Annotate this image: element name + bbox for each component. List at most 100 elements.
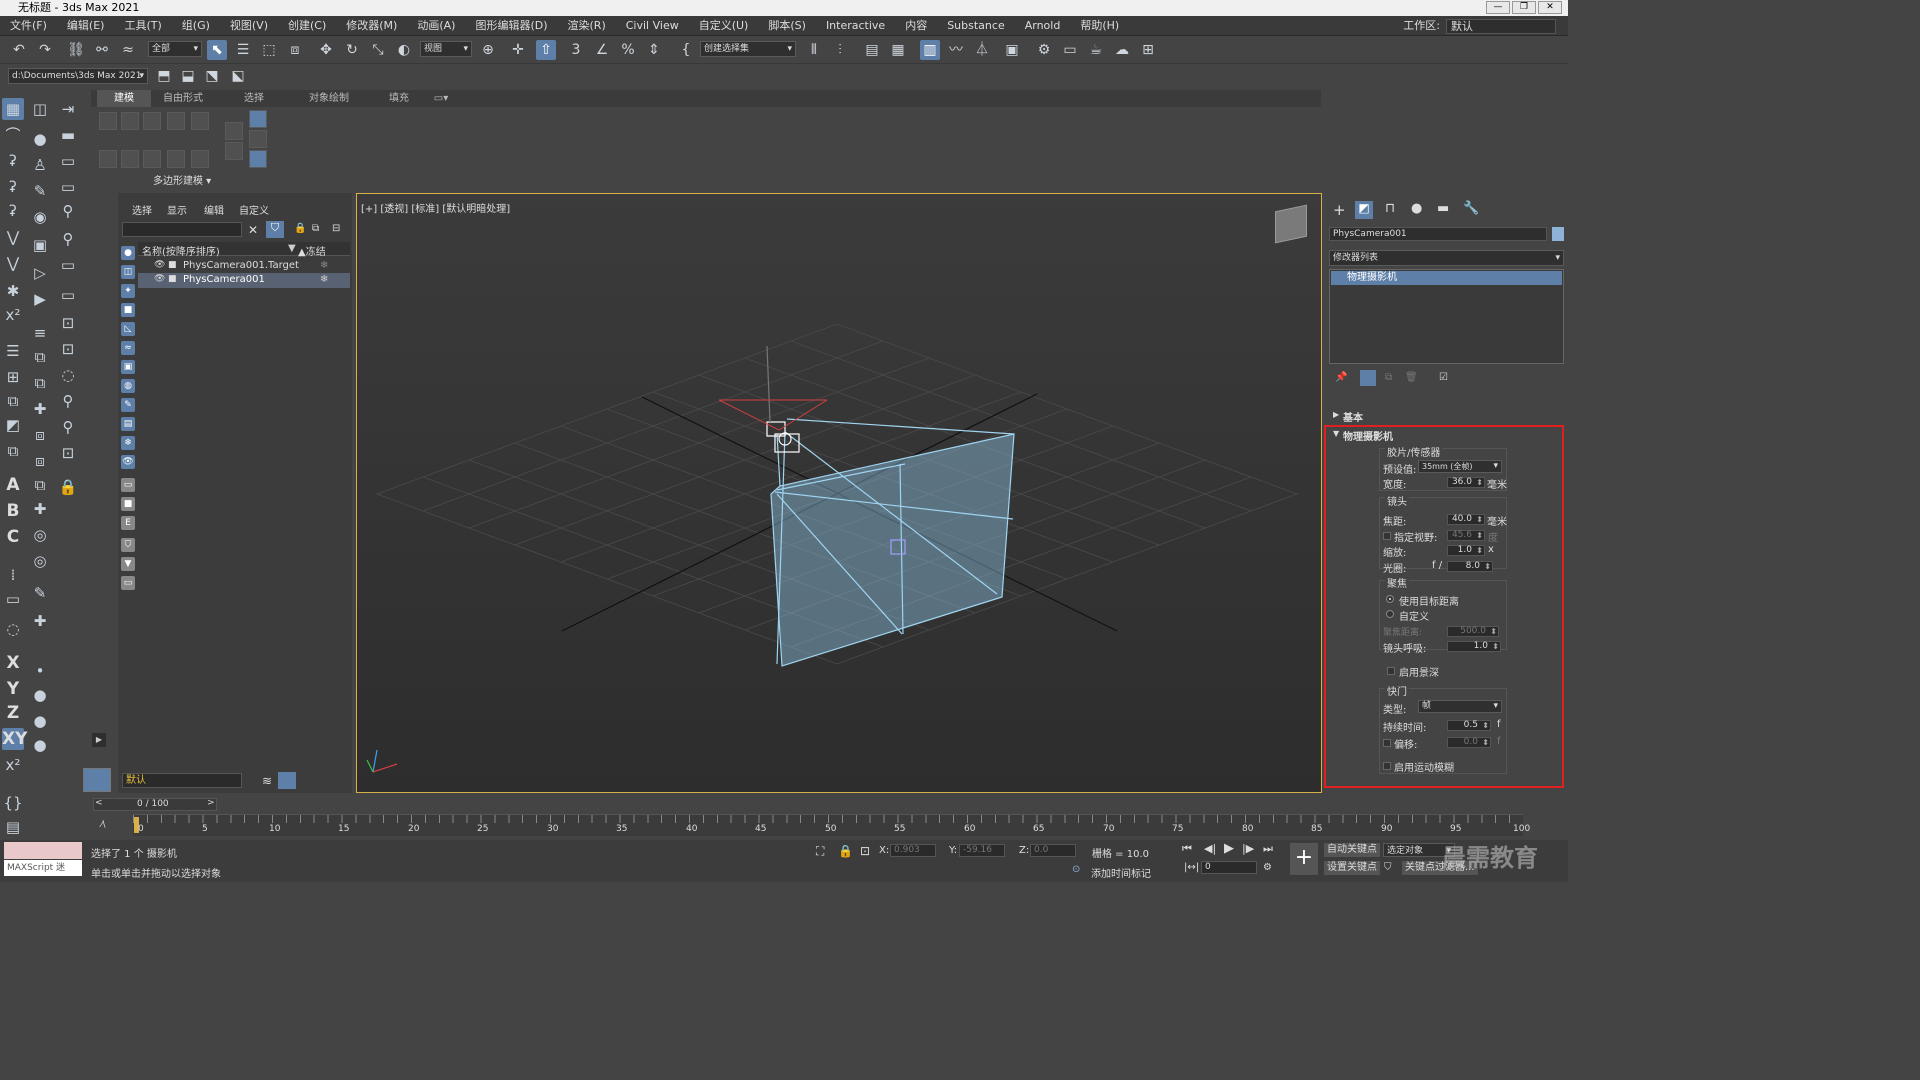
- create-panel-icon[interactable]: +: [1333, 201, 1346, 219]
- filter-geometry-icon[interactable]: ●: [121, 246, 135, 260]
- ribbon-tool-9-icon[interactable]: [121, 150, 139, 168]
- lasso-2-icon[interactable]: ʡ: [2, 150, 24, 172]
- layers-2-icon[interactable]: ⧉: [29, 372, 51, 394]
- text-b-icon[interactable]: B: [2, 500, 24, 522]
- ribbon-tool-6-icon[interactable]: [225, 122, 243, 140]
- auto-key-button[interactable]: 自动关键点: [1324, 843, 1380, 857]
- schematic-view-icon[interactable]: ⏃: [972, 40, 992, 60]
- paint-select-icon[interactable]: ●: [29, 128, 51, 150]
- key-mode-icon[interactable]: |↔|: [1184, 862, 1199, 873]
- lasso-4-icon[interactable]: ʡ: [2, 200, 24, 222]
- modify-panel-icon[interactable]: ◩: [1355, 201, 1373, 219]
- add-layer-icon[interactable]: ⊞: [2, 366, 24, 388]
- filter-all-icon[interactable]: ▭: [121, 478, 135, 492]
- expand-panel-icon[interactable]: ▶: [92, 733, 106, 747]
- menu-customize[interactable]: 自定义(U): [689, 16, 759, 36]
- xform-2-icon[interactable]: x²: [2, 754, 24, 776]
- layer-stack-icon[interactable]: ≋: [262, 774, 272, 788]
- text-a-icon[interactable]: A: [2, 474, 24, 496]
- menu-animation[interactable]: 动画(A): [407, 16, 465, 36]
- col-name-header[interactable]: 名称(按降序排序): [142, 243, 220, 258]
- grid-dots-icon[interactable]: ⁞: [2, 564, 24, 586]
- explorer-options-icon[interactable]: ⊟: [332, 223, 340, 234]
- play-icon[interactable]: ▷: [29, 262, 51, 284]
- lock-selection-icon[interactable]: 🔒: [294, 223, 306, 234]
- filter-xrefs-icon[interactable]: ◍: [121, 379, 135, 393]
- filter-funnel-2-icon[interactable]: ▼: [121, 557, 135, 571]
- project-settings-icon[interactable]: ⬕: [228, 66, 248, 86]
- layer-dropdown[interactable]: 默认: [122, 773, 242, 788]
- ribbon-tool-7-icon[interactable]: [225, 142, 243, 160]
- time-tag-icon[interactable]: ⊙: [1072, 864, 1080, 875]
- rect-selection-icon[interactable]: ⬚: [259, 40, 279, 60]
- menu-file[interactable]: 文件(F): [0, 16, 57, 36]
- key-filter-icon[interactable]: ⛉: [1384, 862, 1392, 873]
- rollout-basic[interactable]: 基本: [1343, 409, 1363, 424]
- tab-modeling[interactable]: 建模: [97, 90, 151, 107]
- curve-editor-icon[interactable]: 〰: [946, 40, 966, 60]
- mirror-icon[interactable]: ⫴: [804, 40, 824, 60]
- scene-explorer-icon[interactable]: ▥: [920, 40, 940, 60]
- shirt-icon[interactable]: ♙: [29, 154, 51, 176]
- clear-search-icon[interactable]: ✕: [248, 223, 258, 237]
- lasso-3-icon[interactable]: ʡ: [2, 176, 24, 198]
- filter-icon[interactable]: ⛉: [266, 221, 284, 238]
- current-frame-field[interactable]: 0: [1201, 861, 1257, 874]
- a360-gallery-icon[interactable]: ⊞: [1138, 40, 1158, 60]
- menu-help[interactable]: 帮助(H): [1070, 16, 1129, 36]
- menu-create[interactable]: 创建(C): [278, 16, 336, 36]
- tab-populate[interactable]: 填充: [379, 90, 419, 107]
- stack-2-icon[interactable]: ⧉: [2, 440, 24, 462]
- tool-b-icon[interactable]: ▭: [57, 150, 79, 172]
- y-coord-field[interactable]: -59.16: [959, 844, 1005, 857]
- render-setup-icon[interactable]: ⚙: [1034, 40, 1054, 60]
- axis-z-icon[interactable]: Z: [2, 702, 24, 724]
- material-editor-icon[interactable]: ▣: [1002, 40, 1022, 60]
- menu-interactive[interactable]: Interactive: [816, 16, 895, 36]
- ribbon-tool-2-icon[interactable]: [121, 112, 139, 130]
- layers-3-icon[interactable]: ⧉: [2, 390, 24, 412]
- tab-selection[interactable]: 选择: [231, 90, 277, 107]
- viewcube-icon[interactable]: [1275, 204, 1307, 244]
- pivot-center-icon[interactable]: ⊕: [478, 40, 498, 60]
- z-coord-field[interactable]: 0.0: [1030, 844, 1076, 857]
- rendered-frame-icon[interactable]: ▭: [1060, 40, 1080, 60]
- tab-freeform[interactable]: 自由形式: [155, 90, 211, 107]
- x-coord-field[interactable]: 0.903: [890, 844, 936, 857]
- pencil-icon[interactable]: ✎: [29, 180, 51, 202]
- ribbon-tool-13-icon[interactable]: [249, 110, 267, 128]
- filter-funnel-icon[interactable]: ⛉: [121, 538, 135, 552]
- unlink-icon[interactable]: ⚯: [92, 40, 112, 60]
- maxscript-input[interactable]: MAXScript 迷: [4, 860, 82, 876]
- ribbon-options-icon[interactable]: ▭▾: [429, 90, 453, 107]
- ribbon-tool-15-icon[interactable]: [249, 150, 267, 168]
- list-icon[interactable]: ☰: [2, 340, 24, 362]
- named-selection-dropdown[interactable]: 创建选择集: [700, 41, 796, 57]
- basic-rollout-arrow-icon[interactable]: ▶: [1333, 410, 1339, 419]
- isolate-selection-icon[interactable]: ⛶: [816, 844, 824, 859]
- menu-scripting[interactable]: 脚本(S): [758, 16, 816, 36]
- menu-civil-view[interactable]: Civil View: [616, 16, 689, 36]
- filter-spacewarps-icon[interactable]: ≈: [121, 341, 135, 355]
- select-icon[interactable]: ▦: [2, 98, 24, 120]
- minimize-button[interactable]: —: [1486, 1, 1510, 14]
- ribbon-group-label[interactable]: 多边形建模 ▾: [153, 172, 211, 187]
- explorer-tab-customize[interactable]: 自定义: [239, 202, 269, 217]
- select-manipulate-icon[interactable]: ✛: [508, 40, 528, 60]
- sphere-icon[interactable]: ◉: [29, 206, 51, 228]
- perspective-viewport[interactable]: [+] [透视] [标准] [默认明暗处理]: [356, 193, 1322, 793]
- ribbon-tool-8-icon[interactable]: [99, 150, 117, 168]
- spinner-snap-icon[interactable]: ⇕: [644, 40, 664, 60]
- redo-icon[interactable]: ↷: [35, 40, 55, 60]
- hierarchy-icon[interactable]: ⧉: [312, 223, 319, 234]
- table-row[interactable]: 👁 ■ PhysCamera001.Target ❄: [138, 259, 350, 273]
- text-c-icon[interactable]: C: [2, 526, 24, 548]
- curve-toggle-icon[interactable]: ⁄\: [101, 820, 106, 830]
- ribbon-tool-14-icon[interactable]: [249, 130, 267, 148]
- bend-icon[interactable]: ⋁: [2, 252, 24, 274]
- layer-swatch[interactable]: [83, 768, 111, 792]
- bind-spacewarp-icon[interactable]: ≈: [118, 40, 138, 60]
- modifier-stack-item[interactable]: 物理摄影机: [1331, 271, 1562, 285]
- rotate-icon[interactable]: ↻: [342, 40, 362, 60]
- axis-x-icon[interactable]: X: [2, 652, 24, 674]
